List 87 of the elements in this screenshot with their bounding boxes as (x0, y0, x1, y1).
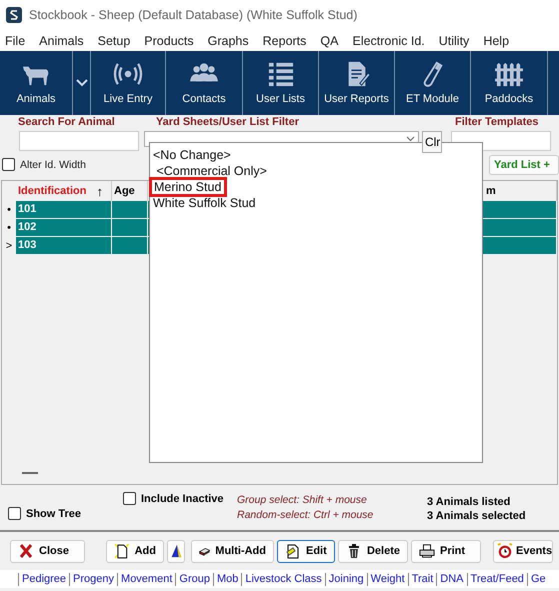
menu-item[interactable]: Setup (98, 34, 130, 48)
menu-item[interactable]: Electronic Id. (352, 34, 425, 48)
action-button[interactable]: Add (106, 540, 164, 562)
checkbox-label: Include Inactive (141, 492, 224, 504)
column-header[interactable]: m (486, 185, 496, 197)
action-button[interactable]: Multi-Add (191, 540, 274, 562)
toolbar-label: User Lists (256, 93, 305, 105)
detail-tab[interactable]: Group (175, 572, 213, 586)
dropdown-option[interactable]: Merino Stud (151, 179, 226, 195)
new-document-icon (114, 543, 130, 559)
toolbar-button[interactable]: Paddocks (471, 51, 548, 115)
toolbar-button[interactable]: Animals (0, 51, 73, 115)
menu-item[interactable]: Utility (438, 34, 470, 48)
search-field[interactable] (19, 131, 139, 151)
menu-item[interactable]: Graphs (208, 34, 249, 48)
app-logo-icon (6, 7, 22, 23)
hint-text: Random-select: Ctrl + mouse (237, 509, 374, 521)
id-cell[interactable]: 102 (16, 219, 112, 236)
close-icon (18, 543, 34, 559)
window-title: Stockbook - Sheep (Default Database) (White Suffolk Stud) (29, 8, 358, 22)
toolbar-button[interactable]: Live Entry (91, 51, 166, 115)
search-label: Search For Animal (17, 116, 116, 128)
detail-tab[interactable]: Ge (526, 572, 549, 586)
clear-button[interactable]: Clr (422, 131, 442, 153)
row-indicator: • (7, 222, 11, 234)
detail-tab[interactable]: Treat/Feed (466, 572, 527, 586)
checkbox[interactable] (8, 507, 21, 520)
toolbar-button[interactable]: User Reports (319, 51, 395, 115)
detail-tab[interactable]: Livestock Class (241, 572, 325, 586)
action-button[interactable]: Delete (338, 540, 408, 562)
detail-tab[interactable]: Pedigree (18, 572, 70, 586)
action-button[interactable]: Events (493, 540, 554, 562)
action-button[interactable]: Print (411, 540, 481, 562)
row-indicator: > (6, 240, 12, 252)
toolbar-button[interactable]: Contacts (166, 51, 243, 115)
checkbox[interactable] (123, 492, 136, 505)
status-text: 3 Animals selected (427, 510, 526, 522)
toolbar-label: Paddocks (484, 93, 534, 105)
id-cell[interactable]: 103 (16, 237, 112, 254)
printer-icon (419, 543, 435, 559)
action-button[interactable]: Edit (277, 540, 335, 562)
menu-item[interactable]: Help (483, 34, 510, 48)
detail-tab[interactable]: Trait (408, 572, 436, 586)
wizard-hat-icon (169, 543, 183, 559)
edit-document-icon (285, 543, 301, 559)
menu-item[interactable]: File (5, 34, 26, 48)
column-header[interactable]: Age (114, 185, 135, 197)
sort-arrow-icon: ↑ (96, 184, 103, 198)
toolbar-label: Contacts (182, 93, 226, 105)
checkbox[interactable] (2, 158, 15, 171)
row-indicator: • (7, 204, 11, 216)
chevron-icon (76, 79, 88, 87)
toolbar-button[interactable]: User Lists (243, 51, 319, 115)
detail-tab[interactable]: Weight (366, 572, 408, 586)
menu-item[interactable]: Reports (262, 34, 306, 48)
alarm-clock-icon (497, 543, 513, 559)
id-cell[interactable]: 101 (16, 201, 112, 218)
filter-templates-label: Filter Templates (454, 116, 540, 128)
trash-icon (346, 543, 362, 559)
menu-item[interactable]: QA (320, 34, 338, 48)
detail-tab[interactable]: Mob (212, 572, 242, 586)
menu-item[interactable]: Products (144, 34, 194, 48)
yard-list-button[interactable]: Yard List + (489, 155, 559, 175)
menu-item[interactable]: Animals (39, 34, 84, 48)
status-text: 3 Animals listed (427, 496, 512, 508)
toolbar-label: ET Module (406, 93, 459, 105)
toolbar-button[interactable]: ET Module (395, 51, 471, 115)
hint-text: Group select: Shift + mouse (237, 494, 368, 506)
checkbox-label: Alter Id. Width (20, 158, 86, 170)
chevron-icon (406, 136, 415, 142)
signal-icon (113, 61, 143, 87)
detail-tab[interactable]: DNA (436, 572, 467, 586)
dropdown-option[interactable]: <No Change> (150, 147, 231, 163)
toolbar-label: Live Entry (104, 93, 152, 105)
dropdown-option[interactable]: <Commercial Only> (150, 163, 267, 179)
fence-icon (494, 61, 524, 87)
filter-label: Yard Sheets/User List Filter (154, 116, 300, 128)
detail-tab[interactable]: Joining (324, 572, 367, 586)
checkbox-label: Show Tree (26, 508, 82, 520)
toolbar-label: User Reports (324, 93, 389, 105)
detail-tab[interactable]: Progeny (69, 572, 118, 586)
dropdown-option[interactable]: White Suffolk Stud (150, 195, 256, 211)
column-header[interactable]: Identification (18, 185, 86, 197)
action-button[interactable]: Close (10, 540, 85, 562)
toolbar-label: Animals (16, 93, 56, 105)
wizard-button[interactable] (167, 540, 185, 562)
detail-tab[interactable]: Movement (117, 572, 176, 586)
